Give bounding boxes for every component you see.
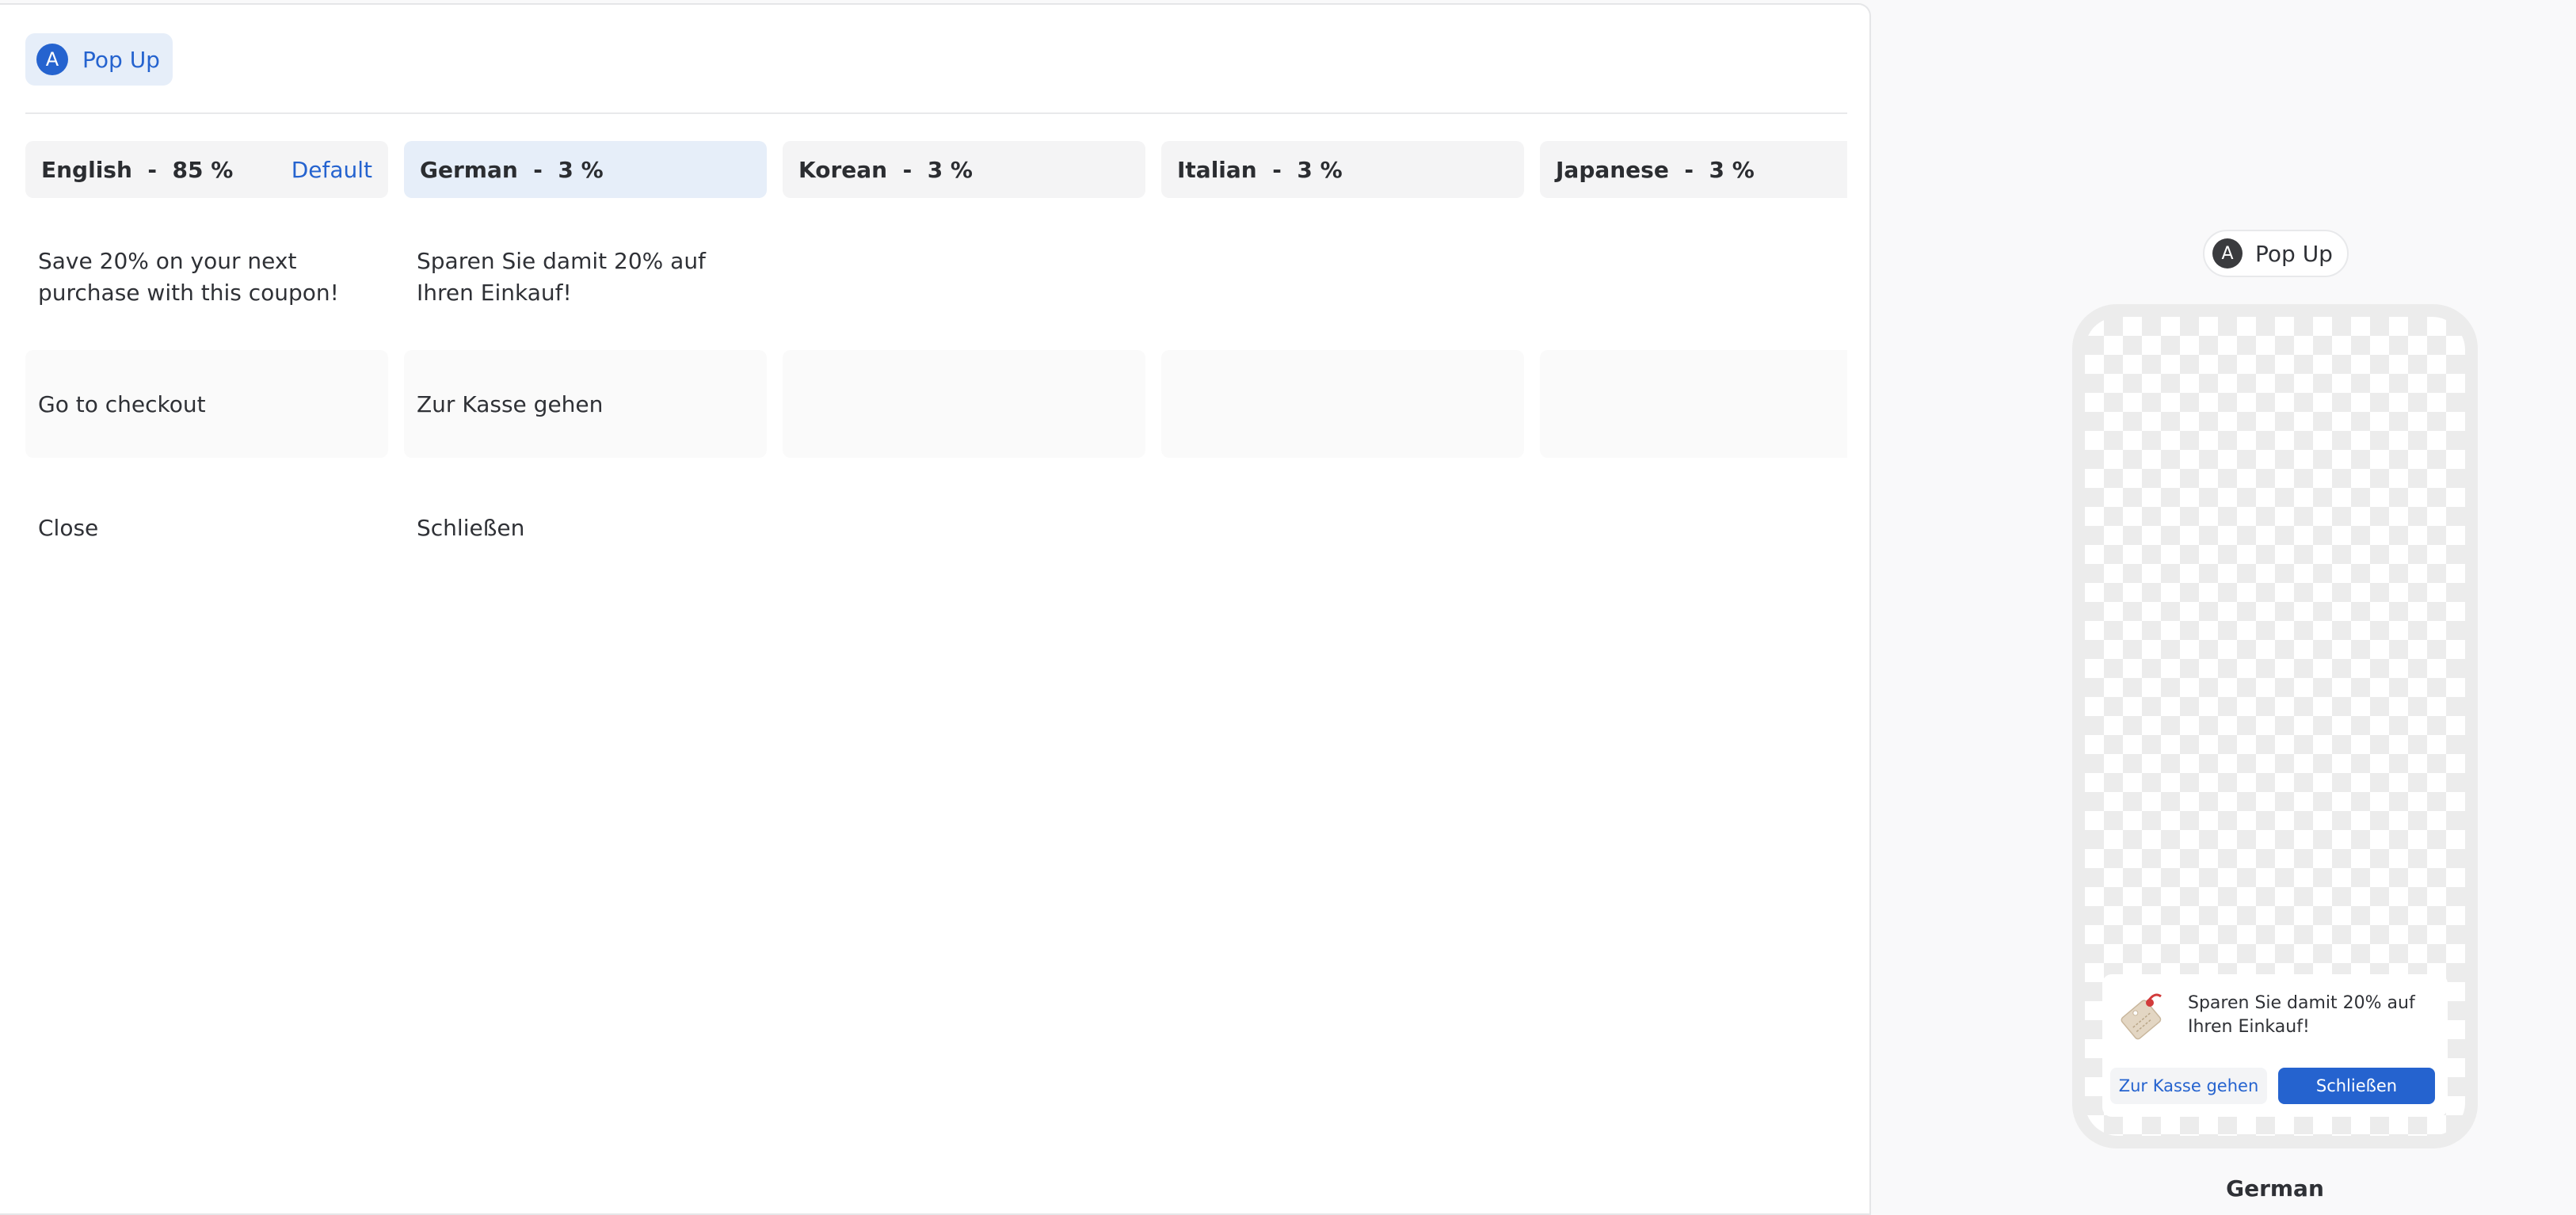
language-tab-title: Italian - 3 % xyxy=(1177,156,1343,183)
language-tab-korean[interactable]: Korean - 3 % xyxy=(783,141,1145,198)
language-tab-japanese[interactable]: Japanese - 3 % xyxy=(1540,141,1847,198)
button-cell-korean[interactable] xyxy=(783,350,1145,458)
component-badge-icon: A xyxy=(36,44,68,75)
language-columns: English - 85 % Default Save 20% on your … xyxy=(25,141,1847,474)
close-button-row: Close Schließen xyxy=(25,504,1847,551)
preview-language-label: German xyxy=(2226,1175,2324,1202)
button-cell-japanese[interactable] xyxy=(1540,350,1847,458)
phone-preview-frame: Sparen Sie damit 20% auf Ihren Einkauf! … xyxy=(2072,304,2478,1148)
divider xyxy=(25,112,1847,114)
popup-preview: Sparen Sie damit 20% auf Ihren Einkauf! … xyxy=(2102,974,2448,1117)
language-tab-title: Japanese - 3 % xyxy=(1556,156,1755,183)
message-cell-german[interactable]: Sparen Sie damit 20% auf Ihren Einkauf! xyxy=(417,246,749,309)
component-chip-popup[interactable]: A Pop Up xyxy=(25,33,173,86)
coupon-tag-icon xyxy=(2121,993,2162,1040)
close-cell-english[interactable]: Close xyxy=(38,515,98,541)
button-cell-german[interactable]: Zur Kasse gehen xyxy=(404,350,767,458)
default-language-link[interactable]: Default xyxy=(292,157,372,183)
checkout-button[interactable]: Zur Kasse gehen xyxy=(2110,1068,2267,1104)
language-tab-title: English - 85 % xyxy=(41,156,234,183)
preview-badge-icon: A xyxy=(2212,238,2243,269)
close-cell-german[interactable]: Schließen xyxy=(417,515,524,541)
language-tab-title: Korean - 3 % xyxy=(798,156,973,183)
close-button[interactable]: Schließen xyxy=(2278,1068,2435,1104)
language-tab-english[interactable]: English - 85 % Default xyxy=(25,141,388,198)
preview-chip-label: Pop Up xyxy=(2255,240,2333,267)
button-cell-italian[interactable] xyxy=(1161,350,1524,458)
button-cell-english[interactable]: Go to checkout xyxy=(25,350,388,458)
message-cell-english[interactable]: Save 20% on your next purchase with this… xyxy=(38,246,371,309)
preview-component-chip[interactable]: A Pop Up xyxy=(2203,230,2349,277)
language-tab-title: German - 3 % xyxy=(420,156,604,183)
language-tab-german[interactable]: German - 3 % xyxy=(404,141,767,198)
language-tab-italian[interactable]: Italian - 3 % xyxy=(1161,141,1524,198)
phone-screen: Sparen Sie damit 20% auf Ihren Einkauf! … xyxy=(2085,317,2465,1136)
component-chip-label: Pop Up xyxy=(82,46,160,73)
translation-editor-panel: A Pop Up English - 85 % Default Save 20%… xyxy=(0,3,1871,1215)
popup-message: Sparen Sie damit 20% auf Ihren Einkauf! xyxy=(2188,993,2415,1037)
